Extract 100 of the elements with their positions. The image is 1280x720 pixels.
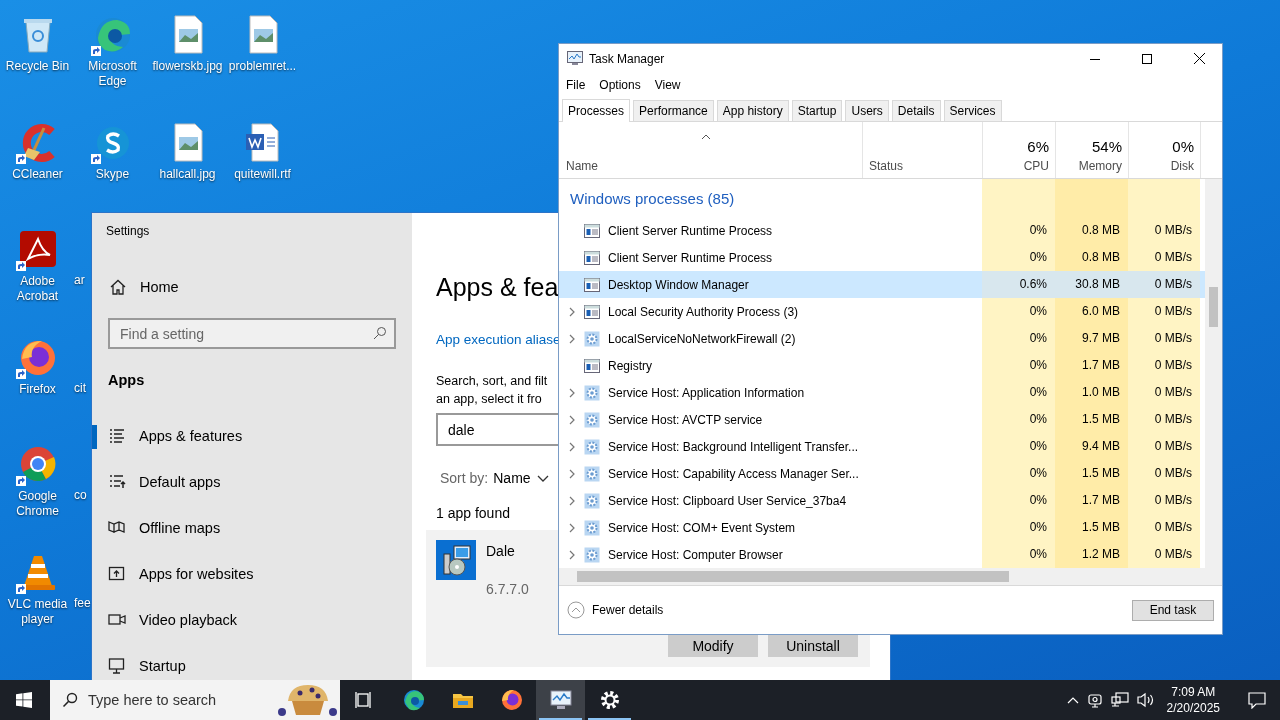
menu-item[interactable]: View [654,77,681,92]
desktop-icon-label[interactable]: Google Chrome [1,489,74,519]
desktop-icon-label[interactable]: Microsoft Edge [76,59,149,89]
list-icon [108,427,126,445]
desktop-icon-label[interactable]: problemret... [228,59,297,74]
tab[interactable]: Performance [633,100,714,121]
vertical-scrollbar[interactable] [1205,179,1222,568]
menu-item[interactable]: Options [599,77,641,92]
app-action-button[interactable]: Modify [668,634,758,657]
desktop-icon-label[interactable]: Firefox [19,381,56,397]
sort-caret-icon [701,134,711,140]
taskbar-search-field[interactable]: Type here to search [50,680,340,720]
process-row[interactable]: Service Host: COM+ Event System 0% 1.5 MB 0 MB/s [559,514,1205,541]
menu-item[interactable]: File [566,77,586,92]
process-row[interactable]: Desktop Window Manager 0.6% 30.8 MB 0 MB/s [559,271,1205,298]
windows-logo-icon [16,692,32,708]
process-row[interactable]: Service Host: Application Information 0% 1.0 MB 0 MB/s [559,379,1205,406]
tab[interactable]: Processes [562,99,631,122]
page-heading: Apps & fea [436,272,559,303]
task-manager-icon [567,51,583,66]
disk-column-header[interactable]: 0% Disk [1128,122,1200,178]
process-row[interactable]: Service Host: Capability Access Manager Ser... 0% 1.5 MB 0 MB/s [559,460,1205,487]
clock-date[interactable]: 2/20/2025 [1166,700,1220,716]
name-column-header[interactable]: Name [566,159,862,173]
desktop-icon-label[interactable]: ar [74,273,85,288]
process-row[interactable]: Registry 0% 1.7 MB 0 MB/s [559,352,1205,379]
process-name: Service Host: Clipboard User Service_37ba4 [608,493,847,508]
app-execution-link[interactable]: App execution aliase [436,330,561,350]
browser-icon [401,688,426,712]
fox-browser-icon [499,688,524,712]
search-field[interactable]: Find a setting [108,318,396,349]
status-column-header[interactable]: Status [869,159,904,173]
tab[interactable]: Startup [791,100,843,121]
search-icon [62,692,78,708]
tab[interactable]: Services [943,100,1002,121]
cpu-column-header[interactable]: 6% CPU [982,122,1055,178]
fewer-details-button[interactable]: Fewer details [567,601,664,619]
desktop-icon-label[interactable]: Skype [95,166,130,182]
process-row[interactable]: Service Host: Computer Browser 0% 1.2 MB 0 MB/s [559,541,1205,568]
process-name: Service Host: Application Information [608,385,805,400]
desktop-icon-label[interactable]: VLC media player [1,596,74,627]
disk-cell: 0 MB/s [1128,271,1200,298]
process-row[interactable]: Service Host: AVCTP service 0% 1.5 MB 0 MB/s [559,406,1205,433]
home-nav-item[interactable]: Home [109,265,185,309]
desktop-icon-label[interactable]: flowerskb.jpg [152,59,223,74]
process-name: Service Host: Computer Browser [608,547,783,562]
settings-nav-item[interactable]: Startup [92,643,412,680]
process-row[interactable]: Client Server Runtime Process 0% 0.8 MB 0 MB/s [559,217,1205,244]
process-row[interactable]: Client Server Runtime Process 0% 0.8 MB 0 MB/s [559,244,1205,271]
task-manager-icon [548,688,573,712]
settings-nav-item[interactable]: Offline maps [92,505,412,551]
desktop-icon-label[interactable]: Adobe Acrobat [1,274,74,304]
gear-icon [584,438,600,455]
desktop-icon-label[interactable]: fee [74,595,91,611]
window-icon [584,304,600,319]
process-row[interactable]: Service Host: Background Intelligent Transfer... 0% 9.4 MB 0 MB/s [559,433,1205,460]
desktop-icon-label[interactable]: cit [74,380,86,396]
process-name: LocalServiceNoNetworkFirewall (2) [608,331,796,346]
memory-column-header[interactable]: 54% Memory [1055,122,1128,178]
process-row[interactable]: Service Host: Clipboard User Service_37ba4 0% 1.7 MB 0 MB/s [559,487,1205,514]
close-icon [1193,53,1205,64]
settings-nav-item[interactable]: Video playback [92,597,412,643]
app-action-button[interactable]: Uninstall [768,634,858,657]
desktop-icon-label[interactable]: hallcall.jpg [159,166,216,182]
group-heading[interactable]: Windows processes (85) [570,189,735,207]
window-icon [584,358,600,373]
desktop-icon-label[interactable]: Recycle Bin [5,59,70,74]
desktop-icon-label[interactable]: co [74,488,87,503]
app-version: 6.7.7.0 [486,581,529,597]
window-icon [584,277,600,292]
description-text: Search, sort, and filt [436,373,548,390]
window-icon [584,223,600,238]
tab[interactable]: Details [891,100,941,121]
desktop-icon-label[interactable]: CCleaner [12,166,63,182]
sort-dropdown[interactable]: Sort by: Name [436,466,550,490]
settings-nav-item[interactable]: Default apps [92,459,412,505]
horizontal-scrollbar[interactable] [559,568,1222,585]
muffin-icon [276,683,340,717]
installer-icon [436,540,476,580]
network-icon [1110,692,1129,708]
chevron-up-circle-icon [567,601,585,619]
process-name: Service Host: COM+ Event System [608,520,796,535]
tab[interactable]: App history [716,100,789,121]
desktop-icon-label[interactable]: quitewill.rtf [234,166,291,182]
gear-icon [584,411,600,428]
end-task-button[interactable]: End task [1132,599,1214,621]
result-count: 1 app found [436,504,510,523]
speaker-icon [1136,692,1155,708]
process-name: Desktop Window Manager [608,277,749,292]
clock-time[interactable]: 7:09 AM [1171,684,1216,700]
process-row[interactable]: LocalServiceNoNetworkFirewall (2) 0% 9.7 MB 0 MB/s [559,325,1205,352]
window-icon [584,250,600,265]
home-icon [109,278,127,296]
settings-nav-item[interactable]: Apps & features [92,413,412,459]
gear-icon [584,492,600,509]
process-row[interactable]: Local Security Authority Process (3) 0% 6.0 MB 0 MB/s [559,298,1205,325]
settings-nav-item[interactable]: Apps for websites [92,551,412,597]
taskbar-button[interactable] [536,680,585,720]
tab[interactable]: Users [845,100,889,121]
window-title: Task Manager [589,51,666,66]
